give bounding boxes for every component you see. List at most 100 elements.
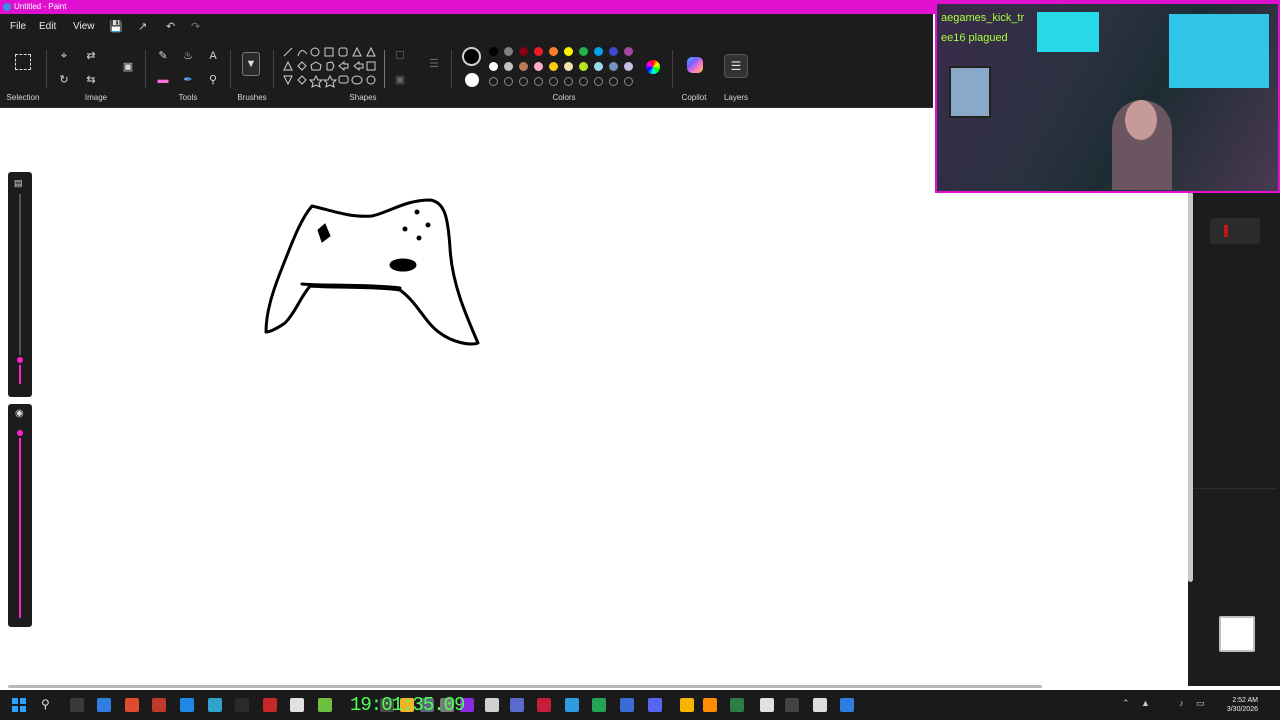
taskbar-app-icon[interactable] bbox=[703, 698, 717, 712]
drawing-canvas[interactable] bbox=[0, 108, 1188, 686]
magnifier-icon[interactable]: ⚲ bbox=[206, 73, 220, 87]
undo-icon[interactable]: ↶ bbox=[166, 19, 175, 35]
start-icon[interactable] bbox=[12, 698, 26, 712]
horizontal-scrollbar[interactable] bbox=[8, 685, 1042, 688]
menu-edit[interactable]: Edit bbox=[39, 14, 56, 40]
taskbar-app-icon[interactable] bbox=[180, 698, 194, 712]
custom-color-slot[interactable] bbox=[519, 77, 528, 86]
layer-thumbnail[interactable] bbox=[1219, 616, 1255, 652]
pencil-icon[interactable]: ✎ bbox=[156, 49, 170, 63]
eraser-icon[interactable]: ▬ bbox=[156, 73, 170, 87]
custom-color-slot[interactable] bbox=[579, 77, 588, 86]
share-icon[interactable]: ↗ bbox=[138, 19, 147, 35]
opacity-slider[interactable]: ◉ bbox=[8, 404, 32, 627]
taskbar-app-icon[interactable] bbox=[485, 698, 499, 712]
taskbar-app-icon[interactable] bbox=[318, 698, 332, 712]
shapes-gallery[interactable] bbox=[281, 46, 381, 94]
redo-icon[interactable]: ↷ bbox=[191, 19, 200, 35]
battery-icon[interactable]: ▭ bbox=[1196, 698, 1205, 709]
color-swatch[interactable] bbox=[489, 62, 498, 71]
edit-colors-icon[interactable] bbox=[646, 60, 660, 74]
taskbar-app-icon[interactable] bbox=[620, 698, 634, 712]
shape-fill-icon[interactable]: ▣ bbox=[393, 73, 407, 87]
taskbar-app-icon[interactable] bbox=[680, 698, 694, 712]
taskbar-app-icon[interactable] bbox=[70, 698, 84, 712]
search-icon[interactable]: ⚲ bbox=[41, 697, 50, 711]
volume-icon[interactable]: ♪ bbox=[1179, 698, 1184, 708]
taskbar-app-icon[interactable] bbox=[648, 698, 662, 712]
shape-outline-icon[interactable]: ☐ bbox=[393, 49, 407, 63]
taskbar-app-icon[interactable] bbox=[235, 698, 249, 712]
taskbar-app-icon[interactable] bbox=[760, 698, 774, 712]
opacity-knob[interactable] bbox=[15, 428, 25, 438]
taskbar-app-icon[interactable] bbox=[208, 698, 222, 712]
color-swatch[interactable] bbox=[609, 47, 618, 56]
taskbar-app-icon[interactable] bbox=[730, 698, 744, 712]
color-swatch[interactable] bbox=[579, 62, 588, 71]
color-swatch[interactable] bbox=[504, 62, 513, 71]
color-swatch[interactable] bbox=[489, 47, 498, 56]
custom-color-slot[interactable] bbox=[549, 77, 558, 86]
secondary-color-swatch[interactable] bbox=[465, 73, 479, 87]
custom-color-slot[interactable] bbox=[534, 77, 543, 86]
flip-icon[interactable]: ⇆ bbox=[84, 73, 98, 87]
network-icon[interactable]: ▲ bbox=[1141, 698, 1150, 708]
color-swatch[interactable] bbox=[624, 47, 633, 56]
vertical-scrollbar[interactable] bbox=[1188, 192, 1193, 582]
custom-color-slot[interactable] bbox=[594, 77, 603, 86]
taskbar-app-icon[interactable] bbox=[263, 698, 277, 712]
taskbar-app-icon[interactable] bbox=[97, 698, 111, 712]
color-swatch[interactable] bbox=[564, 62, 573, 71]
fill-bucket-icon[interactable]: ♨ bbox=[181, 49, 195, 63]
layers-icon[interactable]: ☰ bbox=[724, 54, 748, 78]
taskbar-app-icon[interactable] bbox=[290, 698, 304, 712]
taskbar-app-icon[interactable] bbox=[565, 698, 579, 712]
color-swatch[interactable] bbox=[594, 47, 603, 56]
brush-icon[interactable]: ▼ bbox=[242, 52, 260, 76]
color-swatch[interactable] bbox=[624, 62, 633, 71]
color-swatch[interactable] bbox=[549, 47, 558, 56]
taskbar-app-icon[interactable] bbox=[592, 698, 606, 712]
menu-file[interactable]: File bbox=[10, 14, 26, 40]
layer-item-placeholder[interactable] bbox=[1210, 218, 1260, 244]
selection-tool-icon[interactable] bbox=[15, 54, 31, 70]
brush-size-knob[interactable] bbox=[15, 355, 25, 365]
crop-icon[interactable]: ⌖ bbox=[57, 49, 71, 63]
text-tool-icon[interactable]: A bbox=[206, 49, 220, 63]
taskbar-app-icon[interactable] bbox=[125, 698, 139, 712]
taskbar-app-icon[interactable] bbox=[510, 698, 524, 712]
custom-color-slot[interactable] bbox=[504, 77, 513, 86]
custom-color-slot[interactable] bbox=[489, 77, 498, 86]
color-swatch[interactable] bbox=[534, 47, 543, 56]
taskbar-app-icon[interactable] bbox=[840, 698, 854, 712]
image-select-icon[interactable]: ▣ bbox=[121, 60, 135, 74]
custom-color-slot[interactable] bbox=[564, 77, 573, 86]
save-icon[interactable]: 💾 bbox=[109, 19, 123, 35]
custom-color-slot[interactable] bbox=[624, 77, 633, 86]
color-swatch[interactable] bbox=[609, 62, 618, 71]
shape-size-icon[interactable]: ☰ bbox=[427, 57, 441, 71]
window-title: Untitled - Paint bbox=[14, 2, 67, 11]
brush-size-slider[interactable]: ▤ bbox=[8, 172, 32, 397]
color-swatch[interactable] bbox=[504, 47, 513, 56]
color-swatch[interactable] bbox=[534, 62, 543, 71]
taskbar-app-icon[interactable] bbox=[152, 698, 166, 712]
taskbar-app-icon[interactable] bbox=[537, 698, 551, 712]
resize-icon[interactable]: ⇄ bbox=[84, 49, 98, 63]
color-swatch[interactable] bbox=[519, 62, 528, 71]
taskbar-clock[interactable]: 2:52 AM 3/30/2026 bbox=[1212, 696, 1258, 714]
custom-color-slot[interactable] bbox=[609, 77, 618, 86]
copilot-icon[interactable] bbox=[687, 57, 703, 73]
color-swatch[interactable] bbox=[549, 62, 558, 71]
color-swatch[interactable] bbox=[519, 47, 528, 56]
menu-view[interactable]: View bbox=[73, 14, 95, 40]
rotate-icon[interactable]: ↻ bbox=[57, 73, 71, 87]
color-swatch[interactable] bbox=[579, 47, 588, 56]
primary-color-swatch[interactable] bbox=[462, 47, 481, 66]
color-swatch[interactable] bbox=[564, 47, 573, 56]
color-swatch[interactable] bbox=[594, 62, 603, 71]
taskbar-app-icon[interactable] bbox=[785, 698, 799, 712]
color-picker-icon[interactable]: ✒ bbox=[181, 73, 195, 87]
tray-chevron-icon[interactable]: ⌃ bbox=[1122, 698, 1130, 709]
taskbar-app-icon[interactable] bbox=[813, 698, 827, 712]
